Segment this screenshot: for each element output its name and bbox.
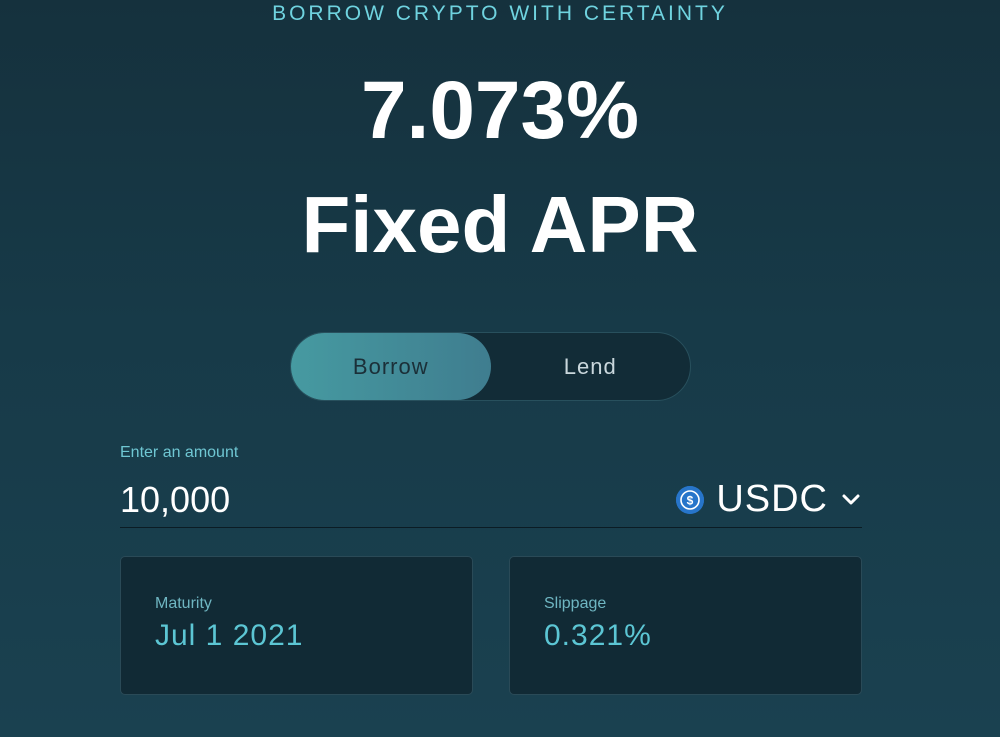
tagline: BORROW CRYPTO WITH CERTAINTY — [272, 2, 728, 25]
maturity-label: Maturity — [155, 595, 212, 612]
lend-tab[interactable]: Lend — [491, 333, 691, 400]
slippage-value: 0.321% — [544, 619, 652, 652]
slippage-label: Slippage — [544, 595, 607, 612]
usdc-coin-icon: $ — [676, 485, 705, 514]
borrow-lend-toggle: Borrow Lend — [290, 332, 691, 401]
amount-row: $ USDC — [120, 472, 862, 528]
maturity-value: Jul 1 2021 — [155, 619, 304, 652]
amount-input[interactable] — [120, 474, 540, 525]
svg-text:$: $ — [687, 493, 694, 507]
apr-label: Fixed APR — [301, 180, 699, 269]
apr-rate: 7.073% — [360, 65, 640, 156]
currency-select[interactable]: $ USDC — [676, 475, 862, 525]
currency-code: USDC — [716, 478, 828, 520]
slippage-card: Slippage 0.321% — [509, 556, 862, 695]
maturity-card: Maturity Jul 1 2021 — [120, 556, 473, 695]
chevron-down-icon — [840, 489, 862, 511]
borrow-tab[interactable]: Borrow — [291, 333, 491, 400]
amount-label: Enter an amount — [120, 444, 239, 461]
